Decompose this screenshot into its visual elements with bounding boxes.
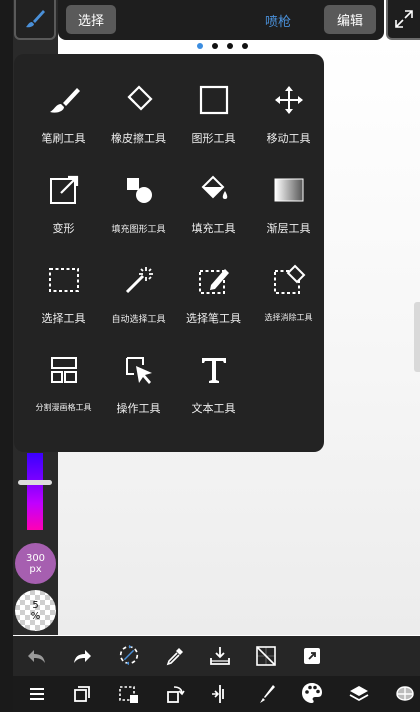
brush-icon: [26, 10, 45, 28]
rotate-canvas-icon[interactable]: [117, 643, 141, 667]
tool-brush[interactable]: 笔刷工具: [26, 68, 101, 158]
fullscreen-button[interactable]: [386, 0, 420, 40]
tool-gradient[interactable]: 渐层工具: [251, 158, 326, 248]
tool-text[interactable]: 文本工具: [176, 338, 251, 428]
tool-label: 橡皮擦工具: [111, 132, 166, 145]
color-slider[interactable]: [27, 453, 43, 530]
materials-icon[interactable]: [393, 682, 417, 706]
tool-select-pen[interactable]: 选择笔工具: [176, 248, 251, 338]
edit-button[interactable]: 编辑: [324, 5, 376, 34]
tool-selection-popup: 笔刷工具 橡皮擦工具 图形工具 移动工具 变形 填充图形工具 填充工具 渐层工具…: [14, 54, 324, 452]
brush-icon[interactable]: [254, 682, 278, 706]
move-icon: [269, 80, 309, 120]
eyedropper-icon[interactable]: [163, 644, 187, 668]
page-dot[interactable]: [226, 43, 233, 49]
tool-selection[interactable]: 选择工具: [26, 248, 101, 338]
redo-icon[interactable]: [70, 644, 94, 668]
operation-icon: [119, 350, 159, 390]
panel-divide-icon: [44, 350, 84, 390]
tool-menu-button[interactable]: [14, 0, 56, 40]
top-toolbar: 选择 喷枪 编辑: [58, 0, 384, 40]
save-export-icon[interactable]: [300, 644, 324, 668]
tool-shape[interactable]: 图形工具: [176, 68, 251, 158]
tool-label: 移动工具: [266, 132, 311, 145]
flip-icon[interactable]: [208, 682, 232, 706]
expand-icon: [395, 10, 413, 28]
tool-label: 操作工具: [116, 402, 161, 415]
selection-icon: [44, 260, 84, 300]
color-slider-handle[interactable]: [18, 480, 52, 485]
gradient-icon: [269, 170, 309, 210]
left-edge-strip: [0, 0, 13, 712]
clear-layer-icon[interactable]: [254, 644, 278, 668]
tool-label: 自动选择工具: [111, 315, 166, 325]
shape-icon: [194, 80, 234, 120]
selection-tool-icon[interactable]: [117, 682, 141, 706]
page-dot[interactable]: [241, 43, 248, 49]
brush-opacity-unit: %: [30, 610, 41, 622]
tool-bucket[interactable]: 填充工具: [176, 158, 251, 248]
tool-label: 填充工具: [191, 222, 236, 235]
brush-size-value: 300: [25, 552, 46, 564]
palette-icon[interactable]: [300, 681, 324, 705]
page-dot[interactable]: [211, 43, 218, 49]
tool-label: 选择消除工具: [264, 313, 313, 322]
undo-icon[interactable]: [25, 644, 49, 668]
select-button[interactable]: 选择: [66, 5, 116, 34]
tool-select-eraser[interactable]: 选择消除工具: [251, 248, 326, 338]
tool-label: 选择工具: [41, 312, 86, 325]
tool-label: 文本工具: [191, 402, 236, 415]
copy-icon[interactable]: [70, 682, 94, 706]
side-panel-handle[interactable]: [414, 302, 420, 372]
tool-label: 分割漫画格工具: [35, 403, 92, 412]
tool-label: 填充图形工具: [111, 225, 166, 235]
tool-label: 渐层工具: [266, 222, 311, 235]
brush-opacity-button[interactable]: 5 %: [15, 590, 56, 631]
tool-operation[interactable]: 操作工具: [101, 338, 176, 428]
menu-icon[interactable]: [25, 682, 49, 706]
text-icon: [194, 350, 234, 390]
tool-fill-shape[interactable]: 填充图形工具: [101, 158, 176, 248]
tool-label: 选择笔工具: [186, 312, 241, 325]
transform-icon: [44, 170, 84, 210]
tool-transform[interactable]: 变形: [26, 158, 101, 248]
fill-shape-icon: [119, 170, 159, 210]
tool-panel-divide[interactable]: 分割漫画格工具: [26, 338, 101, 428]
brush-icon: [44, 80, 84, 120]
brush-opacity-value: 5: [32, 599, 39, 611]
select-eraser-icon: [269, 260, 309, 300]
bottom-toolbar-actions: [13, 636, 420, 676]
magic-wand-icon: [119, 260, 159, 300]
transform-layer-icon[interactable]: [163, 682, 187, 706]
bucket-icon: [194, 170, 234, 210]
select-pen-icon: [194, 260, 234, 300]
tool-label: 图形工具: [191, 132, 236, 145]
tool-label: 笔刷工具: [41, 132, 86, 145]
brush-size-unit: px: [29, 563, 42, 575]
brush-size-button[interactable]: 300 px: [15, 543, 56, 584]
bottom-toolbar-main: [13, 676, 420, 712]
tool-magic-wand[interactable]: 自动选择工具: [101, 248, 176, 338]
tool-label: 变形: [52, 222, 75, 235]
page-dot[interactable]: [196, 43, 203, 49]
eraser-icon: [119, 80, 159, 120]
tool-move[interactable]: 移动工具: [251, 68, 326, 158]
page-indicator[interactable]: [190, 41, 254, 51]
import-icon[interactable]: [208, 644, 232, 668]
layers-icon[interactable]: [347, 682, 371, 706]
tool-eraser[interactable]: 橡皮擦工具: [101, 68, 176, 158]
